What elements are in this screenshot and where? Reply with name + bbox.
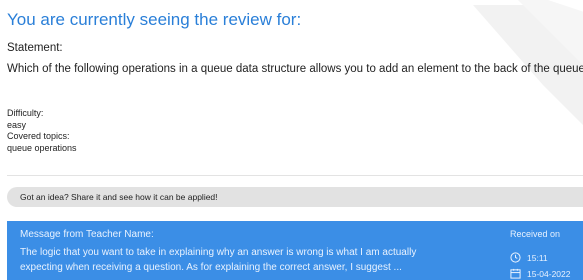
date-value: 15-04-2022 [527,268,571,279]
question-meta: Difficulty: easy Covered topics: queue o… [7,108,77,154]
message-body: The logic that you want to take in expla… [20,245,500,275]
idea-share-text: Got an idea? Share it and see how it can… [20,192,218,202]
difficulty-value: easy [7,119,27,130]
topics-value: queue operations [7,142,77,153]
divider [7,175,583,176]
message-body-line: The logic that you want to take in expla… [20,247,417,258]
statement-label: Statement: [7,42,63,54]
clock-icon [510,252,521,263]
statement-text: Which of the following operations in a q… [7,63,583,75]
received-label: Received on [510,229,561,239]
topics-label: Covered topics: [7,131,70,141]
teacher-message-card[interactable]: Message from Teacher Name: The logic tha… [7,221,583,280]
idea-share-bar[interactable]: Got an idea? Share it and see how it can… [7,187,583,207]
difficulty-label: Difficulty: [7,108,44,118]
received-time: 15:11 [510,252,548,263]
message-sender: Message from Teacher Name: [20,229,154,240]
received-date: 15-04-2022 [510,268,570,279]
page-title: You are currently seeing the review for: [7,10,302,29]
message-body-line: expecting when receiving a question. As … [20,262,402,273]
logo-watermark-icon [473,0,583,125]
review-page: You are currently seeing the review for:… [0,0,583,280]
time-value: 15:11 [527,252,548,263]
calendar-icon [510,268,521,279]
